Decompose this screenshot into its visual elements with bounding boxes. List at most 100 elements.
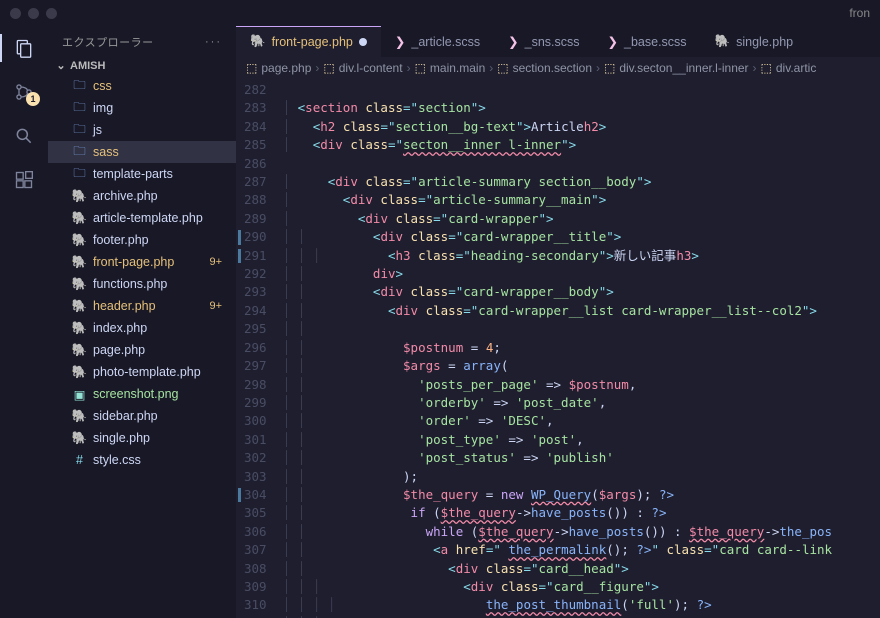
file-label: css xyxy=(93,79,112,93)
php-icon: 🐘 xyxy=(72,211,87,226)
php-icon: 🐘 xyxy=(72,299,87,314)
php-icon: 🐘 xyxy=(72,255,87,270)
breadcrumb-label: section.section xyxy=(513,61,592,75)
scm-badge: 1 xyxy=(26,92,40,106)
file-label: front-page.php xyxy=(93,255,174,269)
code-content[interactable]: │ <section class="section"> │ <h2 class=… xyxy=(283,79,833,618)
file-label: footer.php xyxy=(93,233,149,247)
titlebar: fron xyxy=(0,0,880,26)
folder-item[interactable]: 🗀sass xyxy=(48,141,236,163)
editor-tab[interactable]: 🐘front-page.php xyxy=(236,26,381,57)
chevron-right-icon: › xyxy=(315,61,319,75)
symbol-icon: ⬚ xyxy=(415,61,426,75)
file-item[interactable]: 🐘 photo-template.php xyxy=(48,361,236,383)
breadcrumb-item[interactable]: ⬚ page.php xyxy=(246,61,311,75)
editor-tab[interactable]: ❯ _base.scss xyxy=(594,26,701,57)
file-item[interactable]: 🐘single.php xyxy=(48,427,236,449)
max-dot[interactable] xyxy=(46,8,57,19)
file-label: template-parts xyxy=(93,167,173,181)
explorer-icon[interactable] xyxy=(12,36,36,60)
window-title: fron xyxy=(849,6,870,20)
file-item[interactable]: 🐘 footer.php xyxy=(48,229,236,251)
modified-dot xyxy=(359,38,367,46)
tab-label: _base.scss xyxy=(624,35,687,49)
breadcrumb-item[interactable]: ⬚div.l-content xyxy=(323,61,402,75)
sass-icon: ❯ xyxy=(508,34,518,49)
css-icon: # xyxy=(72,453,87,467)
chevron-down-icon: ⌄ xyxy=(56,59,66,72)
file-label: sidebar.php xyxy=(93,409,158,423)
file-item[interactable]: 🐘functions.php xyxy=(48,273,236,295)
activity-bar: 1 xyxy=(0,26,48,618)
file-label: functions.php xyxy=(93,277,167,291)
breadcrumb-item[interactable]: ⬚main.main xyxy=(415,61,486,75)
sass-icon: ❯ xyxy=(608,34,618,49)
sass-icon: ❯ xyxy=(395,34,405,49)
image-icon: ▣ xyxy=(72,387,87,402)
php-icon: 🐘 xyxy=(72,233,87,248)
explorer-sidebar: エクスプローラー ··· ⌄ AMISH 🗀css🗀img🗀js🗀sass🗀te… xyxy=(48,26,236,618)
php-icon: 🐘 xyxy=(72,409,87,424)
sidebar-title: エクスプローラー xyxy=(62,34,154,50)
breadcrumb-item[interactable]: ⬚section.section xyxy=(497,61,592,75)
chevron-right-icon: › xyxy=(489,61,493,75)
breadcrumb-item[interactable]: ⬚div.secton__inner.l-inner xyxy=(604,61,749,75)
file-item[interactable]: ▣ screenshot.png xyxy=(48,383,236,405)
folder-item[interactable]: 🗀 img xyxy=(48,97,236,119)
file-label: screenshot.png xyxy=(93,387,178,401)
folder-icon: 🗀 xyxy=(72,164,87,185)
chevron-right-icon: › xyxy=(753,61,757,75)
symbol-icon: ⬚ xyxy=(246,61,257,75)
editor-tab[interactable]: 🐘 single.php xyxy=(701,26,808,57)
editor-tab[interactable]: ❯ _sns.scss xyxy=(494,26,593,57)
sidebar-more-icon[interactable]: ··· xyxy=(205,36,222,48)
extensions-icon[interactable] xyxy=(12,168,36,192)
project-name: AMISH xyxy=(70,60,105,72)
breadcrumb-item[interactable]: ⬚div.artic xyxy=(761,61,817,75)
tab-label: _sns.scss xyxy=(525,35,580,49)
file-label: article-template.php xyxy=(93,211,203,225)
file-label: page.php xyxy=(93,343,145,357)
php-icon: 🐘 xyxy=(72,321,87,336)
file-item[interactable]: 🐘 article-template.php xyxy=(48,207,236,229)
php-icon: 🐘 xyxy=(72,343,87,358)
file-label: style.css xyxy=(93,453,141,467)
folder-icon: 🗀 xyxy=(72,98,87,119)
file-label: photo-template.php xyxy=(93,365,201,379)
close-dot[interactable] xyxy=(10,8,21,19)
search-icon[interactable] xyxy=(12,124,36,148)
file-label: index.php xyxy=(93,321,147,335)
folder-icon: 🗀 xyxy=(72,142,87,163)
php-icon: 🐘 xyxy=(72,189,87,204)
breadcrumb-label: page.php xyxy=(261,61,311,75)
project-header[interactable]: ⌄ AMISH xyxy=(48,56,236,75)
php-icon: 🐘 xyxy=(72,365,87,380)
php-icon: 🐘 xyxy=(715,34,731,49)
folder-item[interactable]: 🗀 template-parts xyxy=(48,163,236,185)
file-item[interactable]: 🐘 front-page.php 9+ xyxy=(48,251,236,273)
chevron-right-icon: › xyxy=(407,61,411,75)
editor[interactable]: 2822832842852862872882892902912922932942… xyxy=(236,79,880,618)
file-label: img xyxy=(93,101,113,115)
php-icon: 🐘 xyxy=(72,431,87,446)
file-item[interactable]: # style.css xyxy=(48,449,236,471)
folder-item[interactable]: 🗀js xyxy=(48,119,236,141)
file-item[interactable]: 🐘header.php9+ xyxy=(48,295,236,317)
file-item[interactable]: 🐘archive.php xyxy=(48,185,236,207)
window-controls xyxy=(10,8,57,19)
file-item[interactable]: 🐘 index.php xyxy=(48,317,236,339)
editor-tab[interactable]: ❯_article.scss xyxy=(381,26,494,57)
symbol-icon: ⬚ xyxy=(604,61,615,75)
git-badge: 9+ xyxy=(209,300,226,312)
file-item[interactable]: 🐘 page.php xyxy=(48,339,236,361)
symbol-icon: ⬚ xyxy=(761,61,772,75)
line-gutter: 2822832842852862872882892902912922932942… xyxy=(236,79,283,618)
git-badge: 9+ xyxy=(209,256,226,268)
tab-label: single.php xyxy=(736,35,793,49)
folder-item[interactable]: 🗀css xyxy=(48,75,236,97)
min-dot[interactable] xyxy=(28,8,39,19)
source-control-icon[interactable]: 1 xyxy=(12,80,36,104)
file-item[interactable]: 🐘 sidebar.php xyxy=(48,405,236,427)
file-label: js xyxy=(93,123,102,137)
php-icon: 🐘 xyxy=(250,34,266,49)
